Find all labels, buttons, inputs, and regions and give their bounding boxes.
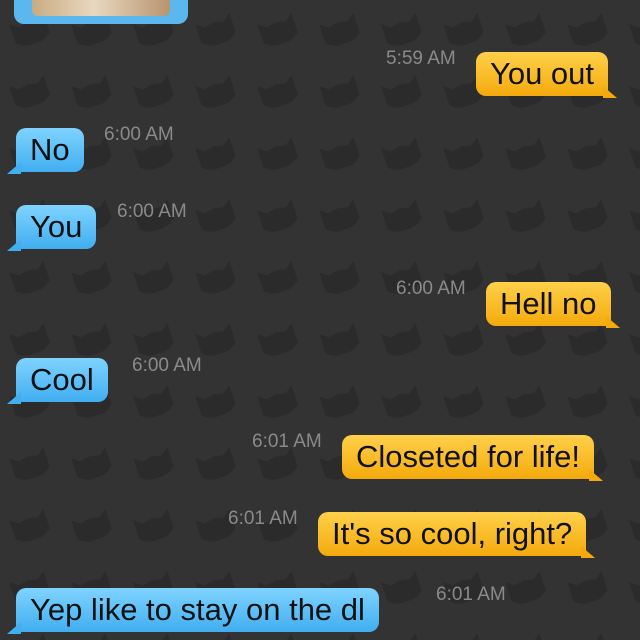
message-bubble-outgoing[interactable]: Hell no — [486, 282, 620, 328]
bubble-tail — [7, 239, 21, 251]
message-text: No — [30, 132, 70, 167]
message-bubble-incoming[interactable]: Cool — [7, 358, 108, 404]
message-bubble-incoming[interactable]: No — [7, 128, 84, 174]
message-bubble-outgoing[interactable]: Closeted for life! — [342, 435, 603, 481]
bubble-tail — [581, 546, 596, 558]
message-timestamp: 6:01 AM — [228, 508, 298, 529]
message-text: It's so cool, right? — [332, 516, 573, 551]
message-timestamp: 6:00 AM — [117, 201, 187, 222]
bubble-tail — [7, 162, 21, 174]
message-bubble-incoming[interactable]: Yep like to stay on the dl — [7, 588, 379, 634]
message-text: You out — [490, 56, 595, 91]
bubble-tail — [605, 316, 620, 328]
message-timestamp: 6:01 AM — [436, 584, 506, 605]
bubble-tail — [7, 392, 21, 404]
photo-message[interactable] — [14, 0, 188, 24]
message-text: Hell no — [500, 286, 597, 321]
bubble-tail — [589, 469, 603, 481]
message-timestamp: 6:00 AM — [132, 355, 202, 376]
message-bubble-outgoing[interactable]: You out — [476, 52, 618, 98]
message-bubble-incoming[interactable]: You — [7, 205, 97, 251]
message-text: Yep like to stay on the dl — [30, 592, 365, 627]
message-text: Cool — [30, 362, 94, 397]
photo-thumbnail — [32, 0, 170, 16]
message-timestamp: 5:59 AM — [386, 48, 456, 69]
message-timestamp: 6:00 AM — [104, 124, 174, 145]
message-timestamp: 6:01 AM — [252, 431, 322, 452]
message-text: Closeted for life! — [356, 439, 580, 474]
message-bubble-outgoing[interactable]: It's so cool, right? — [318, 512, 596, 558]
bubble-tail — [7, 622, 21, 634]
bubble-tail — [603, 86, 618, 98]
message-text: You — [30, 209, 83, 244]
message-timestamp: 6:00 AM — [396, 278, 466, 299]
